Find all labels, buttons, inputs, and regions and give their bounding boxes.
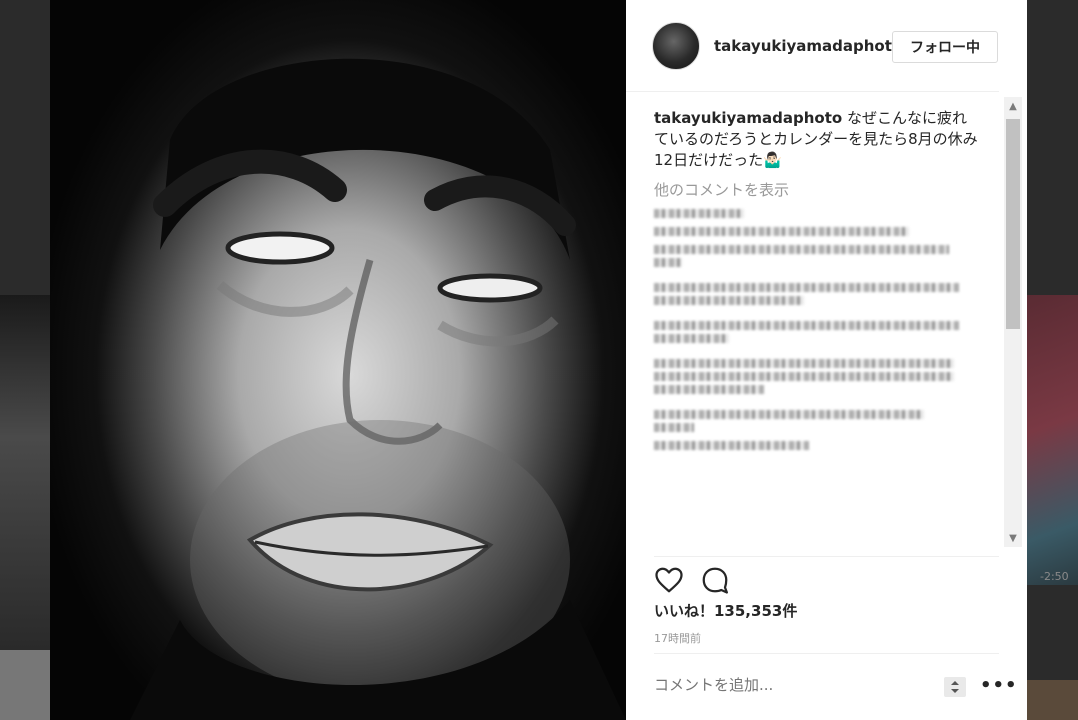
caption-username[interactable]: takayukiyamadaphoto [654,109,842,127]
blurred-comment [654,227,909,236]
blurred-comment [654,321,959,330]
blurred-comment [654,245,949,254]
blurred-comment [654,441,809,450]
blurred-comment [654,385,764,394]
blurred-comment [654,283,959,292]
heart-icon[interactable] [654,565,684,595]
add-comment-input[interactable] [654,676,934,694]
blurred-comment [654,410,924,419]
more-icon[interactable]: ••• [980,675,1018,696]
scroll-up-arrow-icon[interactable]: ▲ [1004,97,1022,115]
portrait-illustration [130,58,626,720]
blurred-comment [654,359,954,368]
background-right-thumbnail [1027,680,1078,720]
post-timestamp[interactable]: 17時間前 [654,630,701,646]
blurred-comment [654,334,729,343]
blurred-comment [654,258,682,267]
following-button[interactable]: フォロー中 [892,31,998,63]
speech-bubble-icon[interactable] [700,565,730,595]
blurred-comment [654,372,954,381]
background-right-image [1027,295,1078,585]
post-photo [50,0,626,720]
comment-list: takayukiyamadaphoto なぜこんなに疲れているのだろうとカレンダ… [654,108,979,450]
background-left-thumbnail [0,650,50,720]
avatar[interactable] [652,22,700,70]
background-video-time: -2:50 [1040,570,1069,583]
post-side-panel: takayukiyamadaphoto フォロー中 takayukiyamada… [626,0,1027,720]
blurred-comment [654,209,744,218]
post-caption: takayukiyamadaphoto なぜこんなに疲れているのだろうとカレンダ… [654,108,979,171]
header-username[interactable]: takayukiyamadaphoto [714,37,902,55]
blurred-comment [654,296,804,305]
post-header: takayukiyamadaphoto フォロー中 [626,0,999,92]
scroll-down-arrow-icon[interactable]: ▼ [1004,529,1022,547]
input-resize-handle-icon[interactable] [944,677,966,697]
load-more-comments-link[interactable]: 他のコメントを表示 [654,179,979,200]
blurred-comment [654,423,694,432]
like-count[interactable]: いいね！135,353件 [654,600,797,621]
comments-scrollbar[interactable]: ▲ ▼ [1004,97,1022,547]
post-actions [654,556,999,597]
background-left-image [0,295,50,650]
divider [654,653,999,654]
post-modal: takayukiyamadaphoto フォロー中 takayukiyamada… [50,0,1027,720]
scrollbar-thumb[interactable] [1006,119,1020,329]
